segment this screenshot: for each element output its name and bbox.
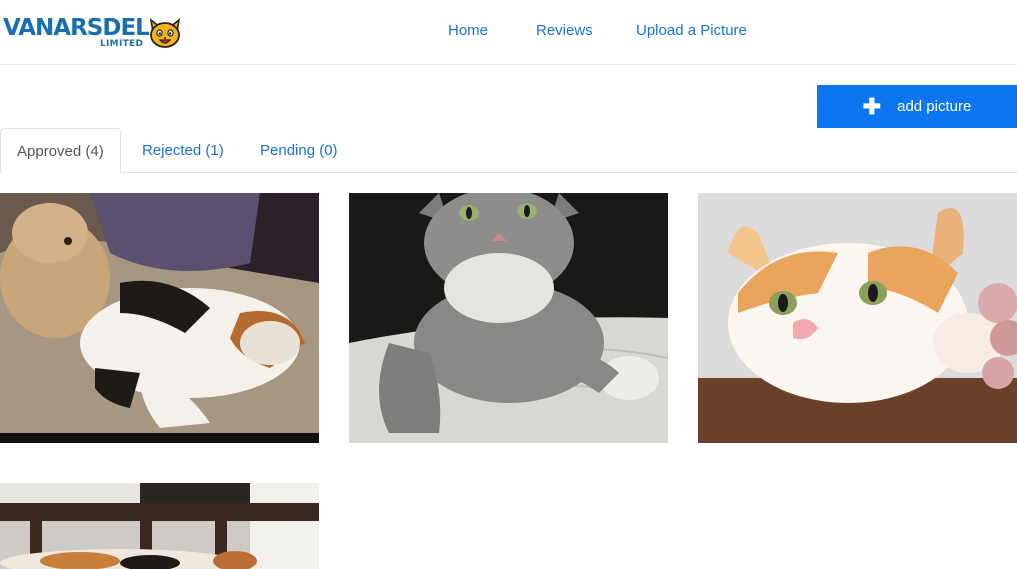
add-picture-label: add picture [897,98,972,115]
tab-rejected[interactable]: Rejected (1) [126,128,240,173]
cat-image [698,193,1017,443]
cat-image [0,483,319,569]
plus-icon: ✚ [862,93,882,119]
cat-photo[interactable] [698,193,1017,443]
top-header: VANARSDEL LIMITED Home Reviews Upload a … [0,0,1017,65]
cat-photo[interactable] [0,483,319,569]
tab-approved[interactable]: Approved (4) [0,128,121,174]
cat-image [349,193,668,443]
nav-home[interactable]: Home [448,22,488,39]
tab-pending[interactable]: Pending (0) [244,128,354,173]
review-tabs: Approved (4) Rejected (1) Pending (0) [0,128,1017,174]
nav-upload-picture[interactable]: Upload a Picture [636,22,747,39]
cat-photo[interactable] [0,193,319,443]
cat-image [0,193,319,443]
cat-photo[interactable] [349,193,668,443]
main-nav: Home Reviews Upload a Picture [0,22,1017,46]
add-picture-button[interactable]: ✚ add picture [817,85,1017,128]
nav-reviews[interactable]: Reviews [536,22,593,39]
